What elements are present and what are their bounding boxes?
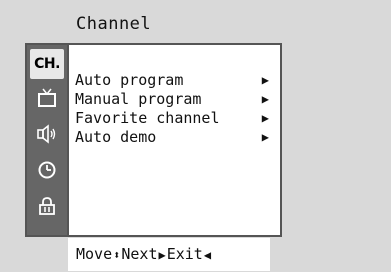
sidebar-item-label: CH. — [34, 56, 60, 72]
updown-arrow-icon: ⬍ — [113, 248, 121, 262]
arrow-left-icon: ◀ — [203, 248, 212, 262]
menu-panel: Auto program ▶ Manual program ▶ Favorite… — [69, 45, 280, 235]
arrow-right-icon: ▶ — [261, 130, 269, 144]
arrow-right-icon: ▶ — [261, 92, 269, 106]
menu-item-label: Auto demo — [75, 128, 157, 146]
arrow-right-icon: ▶ — [158, 248, 166, 262]
menu-item-auto-program[interactable]: Auto program ▶ — [75, 71, 275, 90]
menu-item-auto-demo[interactable]: Auto demo ▶ — [75, 128, 275, 147]
menu-item-favorite-channel[interactable]: Favorite channel ▶ — [75, 109, 275, 128]
sidebar-item-sound[interactable] — [30, 119, 64, 149]
sidebar-item-channel[interactable]: CH. — [30, 49, 64, 79]
next-label: Next — [121, 245, 158, 263]
speaker-icon — [36, 124, 58, 144]
menu-item-label: Manual program — [75, 90, 202, 108]
clock-icon — [37, 160, 57, 180]
lock-icon — [37, 196, 57, 216]
move-label: Move — [76, 245, 113, 263]
sidebar-item-lock[interactable] — [30, 191, 64, 221]
menu-frame: CH. Auto program ▶ Manual program ▶ Favo… — [25, 43, 282, 237]
page-title: Channel — [76, 14, 152, 34]
help-bar: Move⬍Next▶Exit◀ — [68, 238, 270, 271]
menu-item-label: Auto program — [75, 71, 184, 89]
menu-item-label: Favorite channel — [75, 109, 220, 127]
sidebar-item-picture[interactable] — [30, 83, 64, 113]
arrow-right-icon: ▶ — [261, 111, 269, 125]
tv-icon — [36, 88, 58, 108]
channel-menu: Auto program ▶ Manual program ▶ Favorite… — [75, 71, 275, 147]
exit-label: Exit — [166, 245, 203, 263]
arrow-right-icon: ▶ — [261, 73, 269, 87]
sidebar-item-time[interactable] — [30, 155, 64, 185]
sidebar: CH. — [27, 45, 67, 235]
osd-screen: Channel CH. Auto program ▶ Manual progra… — [0, 0, 391, 271]
menu-item-manual-program[interactable]: Manual program ▶ — [75, 90, 275, 109]
